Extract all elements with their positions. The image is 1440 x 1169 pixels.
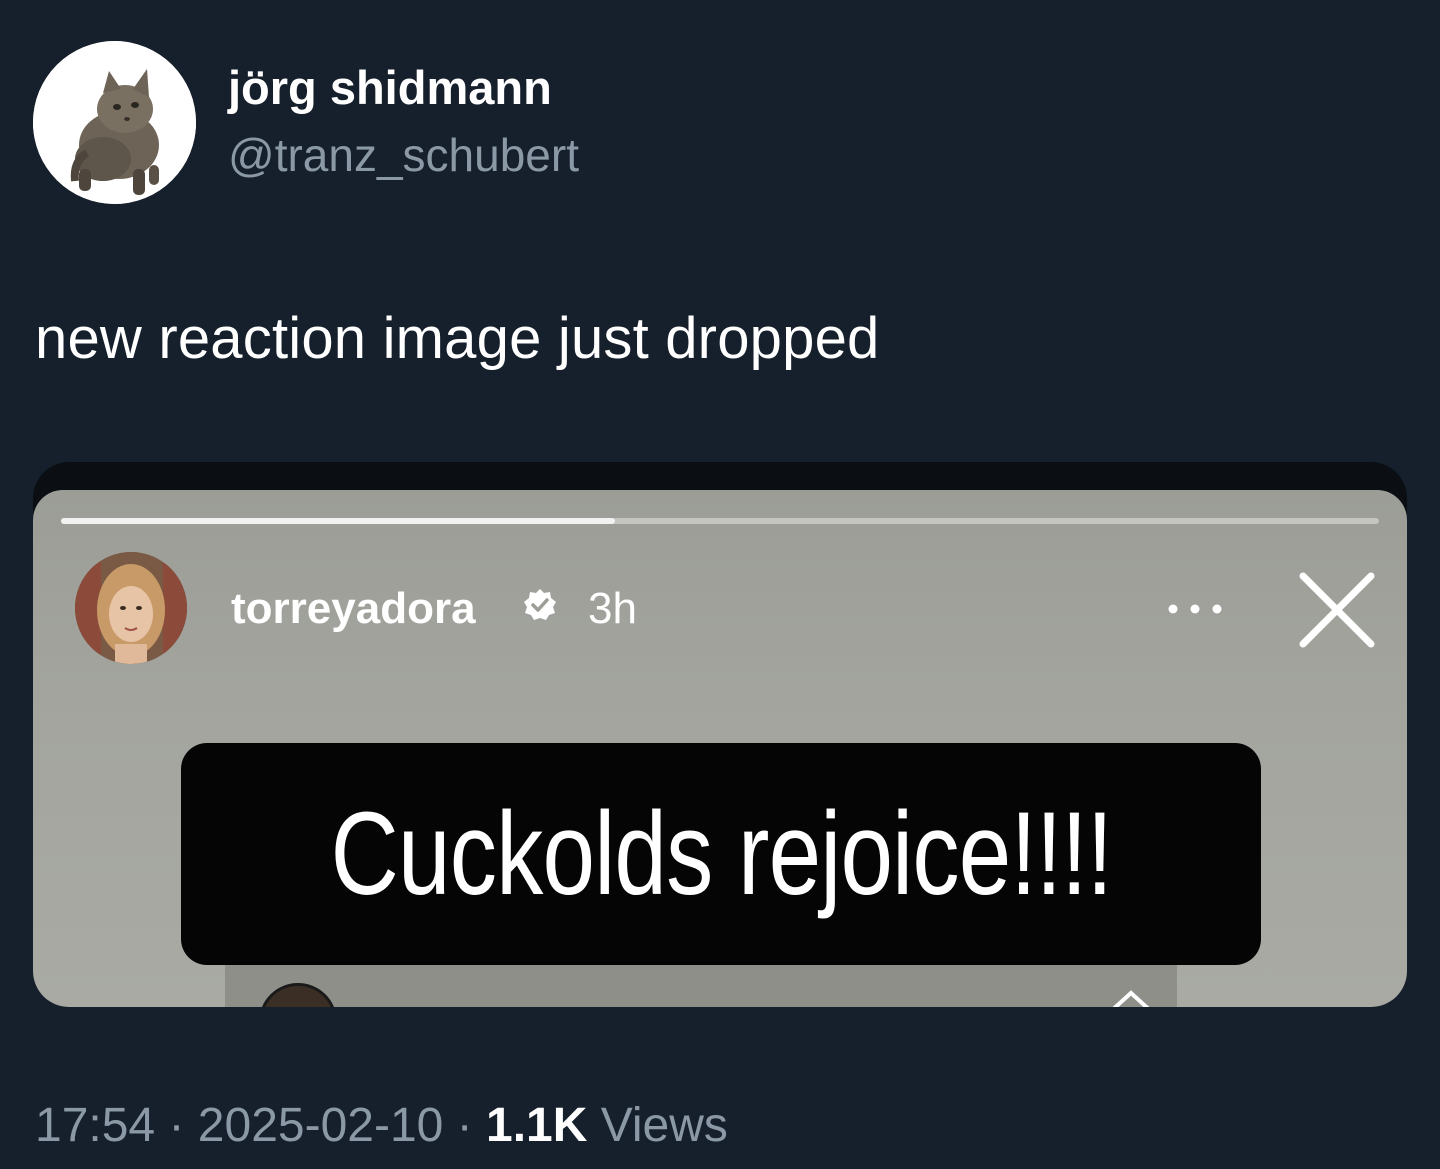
reply-avatar — [259, 983, 337, 1007]
author-handle[interactable]: @tranz_schubert — [228, 128, 579, 182]
author-display-name[interactable]: jörg shidmann — [228, 60, 552, 115]
story-caption: Cuckolds rejoice!!!! — [330, 788, 1112, 920]
story-user-avatar — [75, 552, 187, 664]
woman-portrait-image — [75, 552, 187, 664]
tweet-text: new reaction image just dropped — [35, 306, 880, 371]
story-caption-box: Cuckolds rejoice!!!! — [181, 743, 1261, 965]
tweet-date[interactable]: 2025-02-10 — [198, 1099, 444, 1152]
story-screenshot: torreyadora 3h Cuckolds rejoice!!!! — [33, 490, 1407, 1007]
verified-badge-icon — [524, 589, 556, 620]
views-count: 1.1K — [486, 1099, 588, 1152]
meta-separator: · — [168, 1099, 185, 1152]
close-icon — [1299, 572, 1375, 648]
author-avatar[interactable] — [33, 41, 196, 204]
story-progress-fill — [61, 518, 615, 524]
views-label: Views — [600, 1099, 728, 1152]
tweet-time[interactable]: 17:54 — [35, 1099, 155, 1152]
tweet-media[interactable]: torreyadora 3h Cuckolds rejoice!!!! — [33, 462, 1407, 1007]
more-options-icon — [1168, 604, 1222, 614]
tweet-meta: 17:54 · 2025-02-10 · 1.1K Views — [35, 1098, 728, 1153]
reply-preview — [225, 963, 1177, 1007]
chevron-icon — [1112, 990, 1150, 1007]
story-progress-track — [61, 518, 1379, 524]
story-time-ago: 3h — [588, 584, 637, 633]
story-username: torreyadora — [231, 584, 476, 633]
meta-separator: · — [456, 1099, 473, 1152]
cat-avatar-image — [33, 41, 196, 204]
